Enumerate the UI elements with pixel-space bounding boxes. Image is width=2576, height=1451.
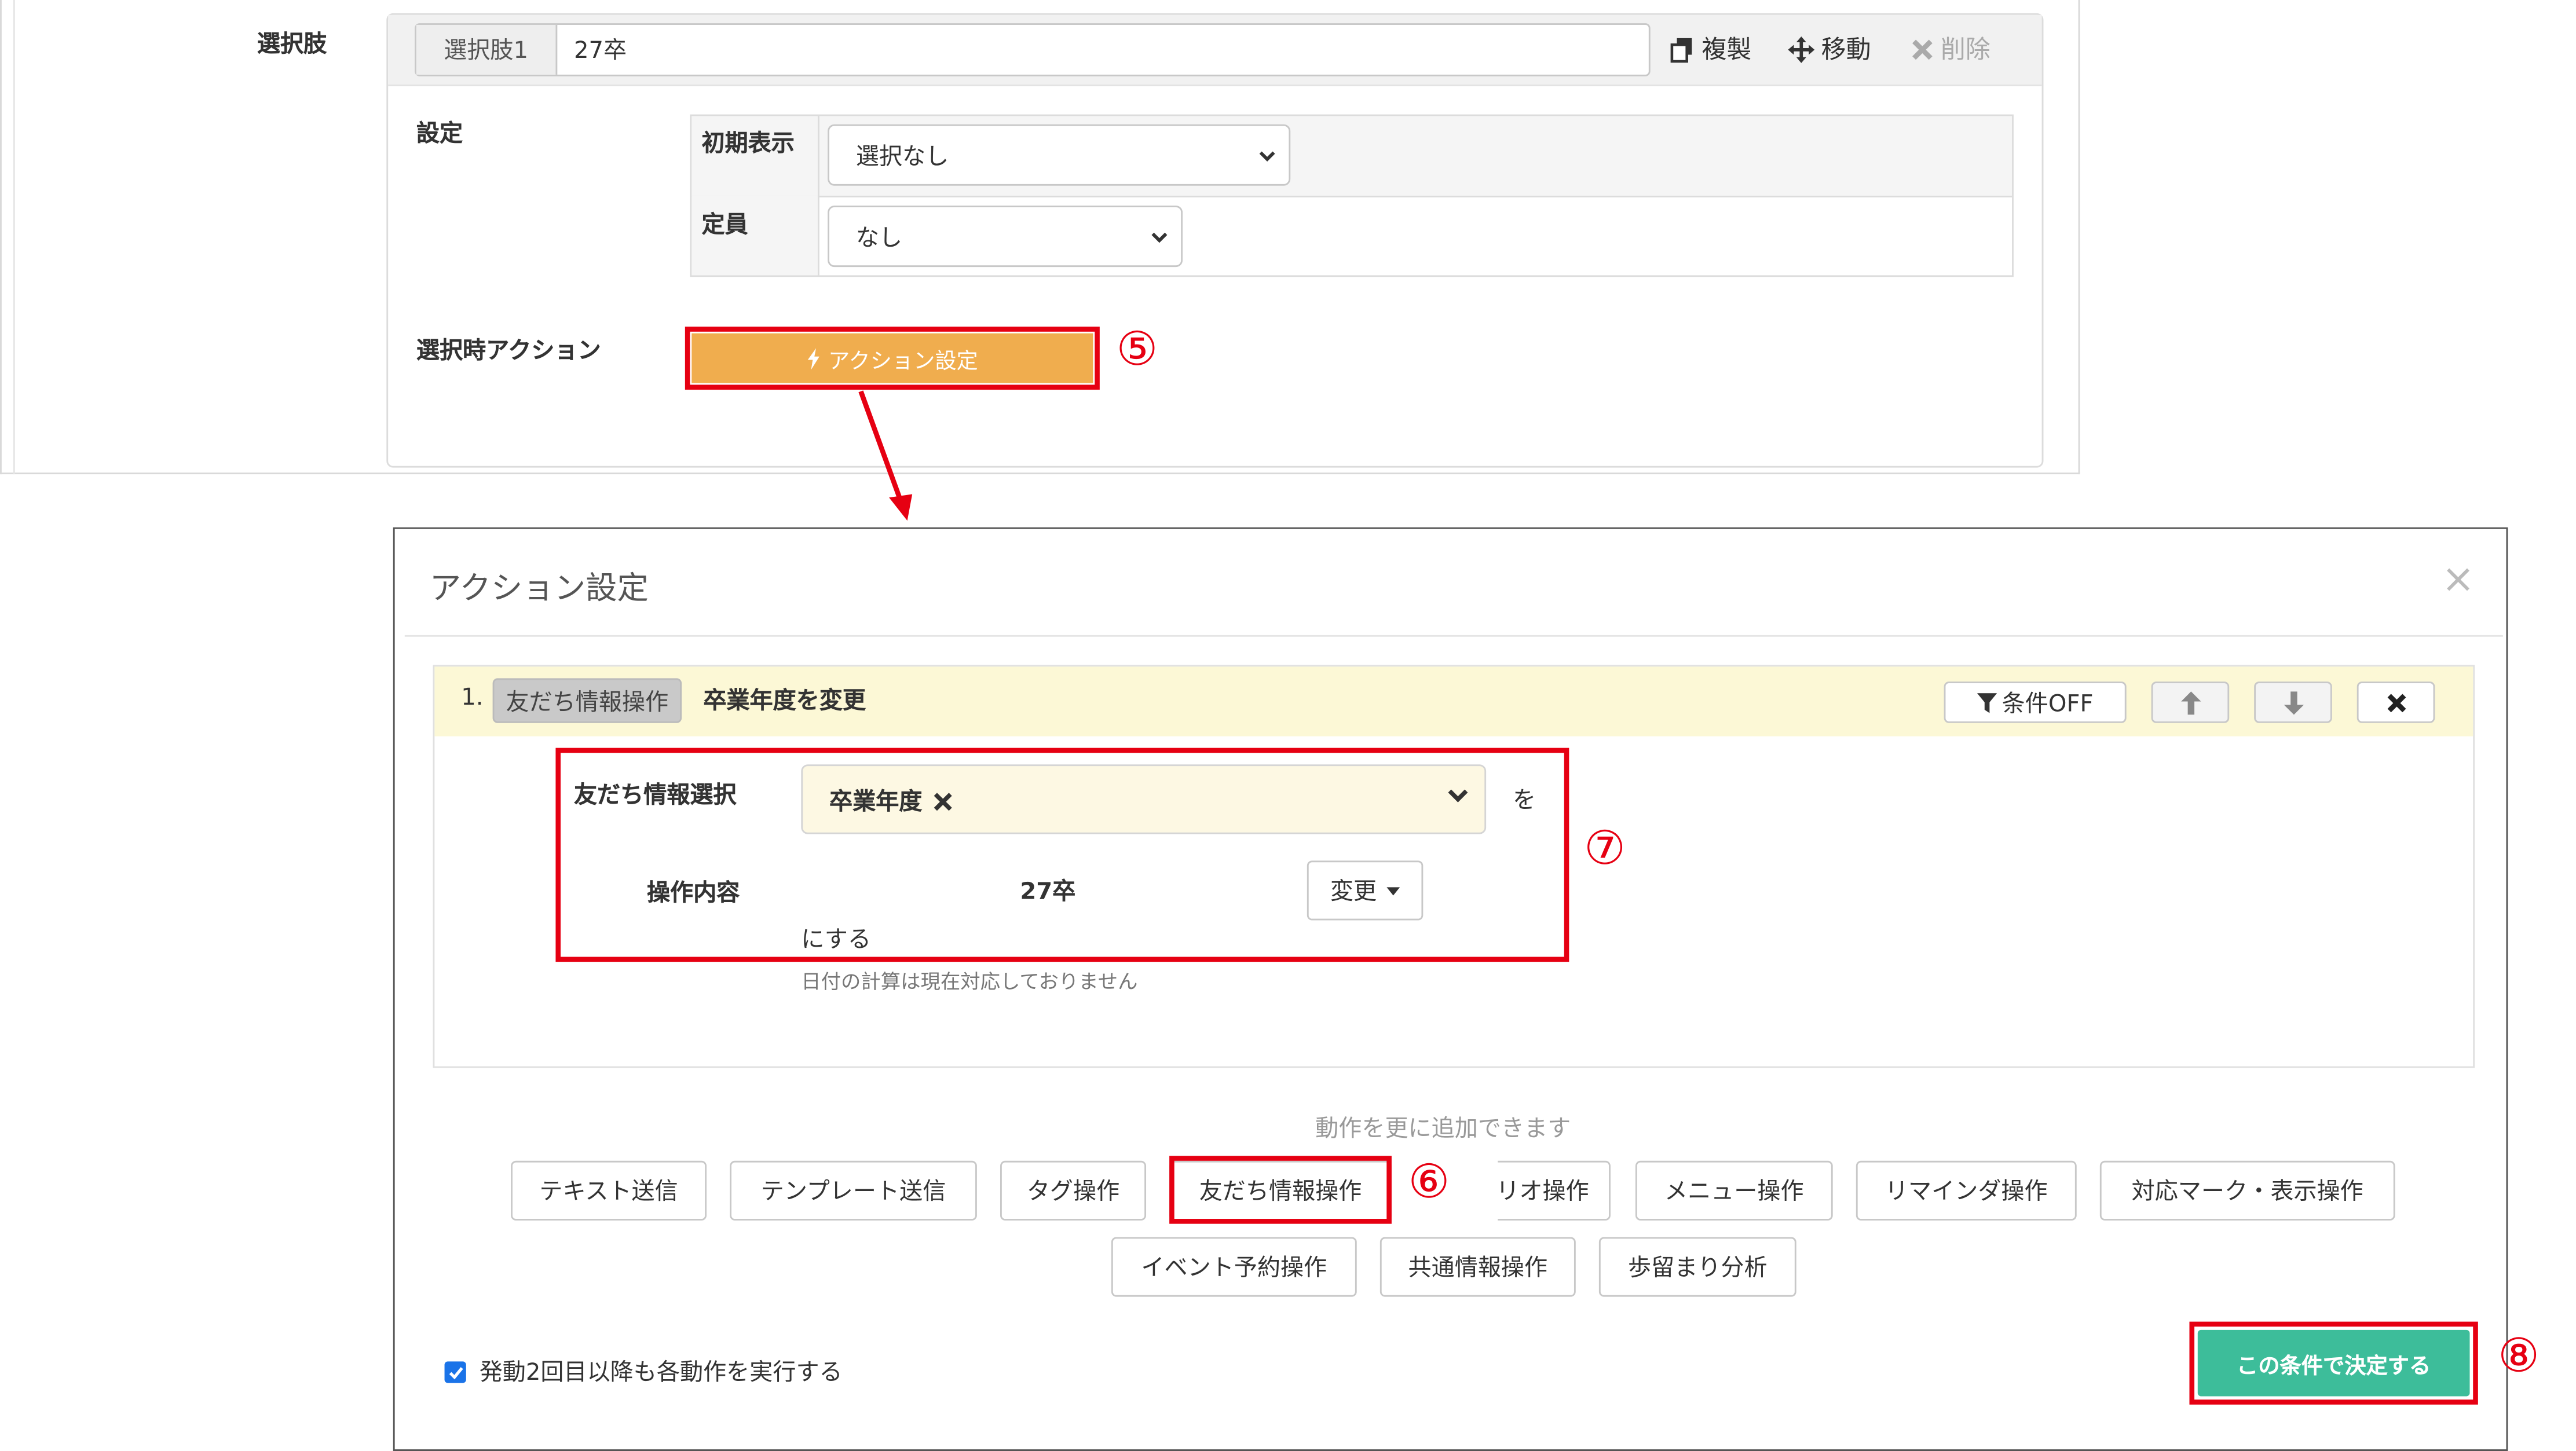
action-summary: 卒業年度を変更	[703, 688, 866, 715]
wo-text: を	[1512, 787, 1536, 815]
callout-8: ⑧	[2498, 1328, 2540, 1383]
modal-title: アクション設定	[429, 570, 649, 607]
chevron-down-icon	[1151, 232, 1168, 242]
capacity-value: なし	[855, 225, 903, 251]
chevron-down-icon	[1448, 789, 1468, 803]
change-button[interactable]: 変更	[1307, 860, 1424, 921]
operation-label: 操作内容	[646, 880, 740, 907]
delete-label: 削除	[1940, 35, 1990, 65]
screenshot-stage: 選択肢 選択肢1 27卒 複製 移動 削除 設定 初期表示 選択なし 定員 なし	[0, 0, 2576, 1451]
initial-display-select[interactable]: 選択なし	[828, 124, 1291, 186]
add-hint: 動作を更に追加できます	[1315, 1116, 1571, 1143]
move-down-button[interactable]	[2254, 681, 2332, 723]
settings-row-divider	[691, 195, 2012, 197]
response-mark-button[interactable]: 対応マーク・表示操作	[2099, 1160, 2395, 1221]
close-icon: ×	[2441, 555, 2475, 602]
friend-info-select[interactable]: 卒業年度	[801, 764, 1487, 834]
change-label: 変更	[1330, 878, 1377, 906]
arrow-connector	[858, 390, 913, 521]
arrow-down-icon	[2283, 690, 2303, 714]
action-category-badge: 友だち情報操作	[492, 678, 682, 723]
close-icon	[2387, 692, 2405, 712]
action-settings-button[interactable]: アクション設定	[691, 333, 1093, 383]
shared-info-button[interactable]: 共通情報操作	[1380, 1237, 1576, 1297]
yield-analysis-button[interactable]: 歩留まり分析	[1598, 1237, 1796, 1297]
remove-token-icon[interactable]	[934, 792, 952, 811]
action-settings-label: アクション設定	[828, 349, 978, 374]
select-action-label: 選択時アクション	[416, 338, 601, 365]
options-label: 選択肢	[257, 31, 327, 58]
action-index: 1.	[461, 684, 484, 712]
template-send-button[interactable]: テンプレート送信	[730, 1160, 977, 1221]
option-value-input[interactable]: 27卒	[557, 25, 1649, 75]
copy-icon	[1670, 37, 1692, 62]
submit-button[interactable]: この条件で決定する	[2197, 1329, 2470, 1397]
callout-6: ⑥	[1408, 1154, 1450, 1209]
event-booking-button[interactable]: イベント予約操作	[1111, 1237, 1357, 1297]
copy-button[interactable]: 複製	[1668, 31, 1751, 66]
settings-label: 設定	[416, 121, 463, 148]
filter-icon	[1977, 692, 1997, 713]
chevron-down-icon	[1259, 151, 1275, 161]
top-panel-left-border	[13, 0, 15, 475]
suffix-text: にする	[801, 926, 872, 954]
check-icon	[448, 1366, 463, 1379]
capacity-label: 定員	[701, 212, 748, 239]
remove-action-button[interactable]	[2357, 681, 2435, 723]
tag-operation-button[interactable]: タグ操作	[1000, 1160, 1147, 1221]
copy-label: 複製	[1702, 35, 1752, 65]
delete-button[interactable]: 削除	[1911, 31, 1990, 66]
operation-value: 27卒	[1020, 878, 1076, 906]
option-tag: 選択肢1	[416, 24, 558, 75]
callout-7: ⑦	[1584, 820, 1626, 876]
callout-5: ⑤	[1116, 321, 1158, 377]
friend-info-operation-highlight	[1169, 1156, 1392, 1224]
close-icon	[1912, 39, 1933, 59]
move-button[interactable]: 移動	[1788, 31, 1871, 66]
capacity-select[interactable]: なし	[828, 206, 1183, 268]
initial-display-value: 選択なし	[855, 143, 949, 170]
modal-close-button[interactable]: ×	[2442, 555, 2475, 602]
repeat-checkbox[interactable]	[444, 1361, 466, 1383]
initial-display-label: 初期表示	[701, 131, 795, 158]
note-text: 日付の計算は現在対応しておりません	[801, 970, 1138, 994]
menu-operation-button[interactable]: メニュー操作	[1635, 1160, 1833, 1221]
bolt-icon	[808, 347, 820, 369]
caret-down-icon	[1386, 886, 1400, 895]
move-up-button[interactable]	[2151, 681, 2230, 723]
repeat-checkbox-label: 発動2回目以降も各動作を実行する	[479, 1360, 843, 1387]
text-send-button[interactable]: テキスト送信	[511, 1160, 707, 1221]
friend-info-select-label: 友だち情報選択	[573, 782, 737, 809]
friend-info-value: 卒業年度	[829, 789, 923, 816]
condition-off-label: 条件OFF	[2001, 690, 2094, 717]
option-input-group: 選択肢1 27卒	[415, 23, 1651, 76]
arrow-up-icon	[2180, 690, 2201, 714]
move-icon	[1788, 35, 1815, 63]
scenario-operation-label: リオ操作	[1496, 1179, 1589, 1206]
settings-col-divider	[817, 116, 819, 276]
friend-info-token: 卒業年度	[829, 785, 952, 818]
move-label: 移動	[1821, 35, 1871, 65]
condition-off-button[interactable]: 条件OFF	[1944, 681, 2127, 723]
reminder-operation-button[interactable]: リマインダ操作	[1856, 1160, 2077, 1221]
modal-header-divider	[404, 635, 2503, 637]
